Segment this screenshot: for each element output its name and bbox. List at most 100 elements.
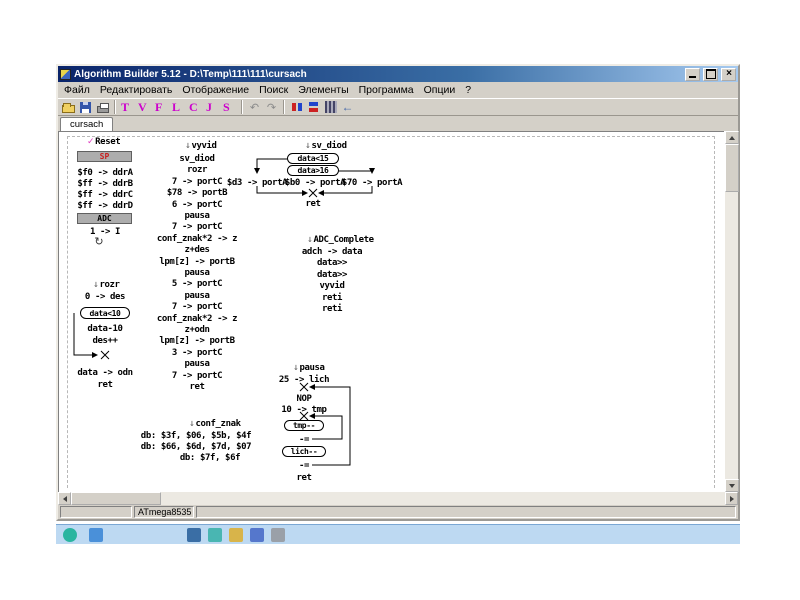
save-button[interactable] bbox=[77, 99, 94, 115]
diagram-statement[interactable]: z+des bbox=[184, 245, 209, 255]
diagram-label-sv-diod[interactable]: ↓ sv_diod bbox=[305, 141, 347, 151]
diagram-statement[interactable]: pausa bbox=[184, 359, 209, 369]
horizontal-scrollbar[interactable] bbox=[58, 492, 738, 505]
horizontal-scroll-thumb[interactable] bbox=[71, 492, 161, 505]
diagram-statement[interactable]: NOP bbox=[296, 394, 311, 404]
vertical-scrollbar[interactable] bbox=[724, 131, 739, 492]
diagram-box-adc[interactable]: ADC bbox=[77, 213, 132, 224]
taskbar-icon-6[interactable] bbox=[250, 527, 264, 542]
print-button[interactable] bbox=[94, 99, 111, 115]
diagram-statement[interactable]: db: $7f, $6f bbox=[180, 453, 241, 463]
minimize-button[interactable] bbox=[685, 67, 700, 81]
diagram-condition[interactable]: data<10 bbox=[80, 307, 130, 319]
diagram-statement[interactable]: $b0 -> portA bbox=[285, 178, 346, 188]
element-l-button[interactable]: L bbox=[170, 99, 187, 115]
menu-help[interactable]: ? bbox=[460, 83, 476, 97]
diagram-statement[interactable]: -= bbox=[299, 461, 309, 471]
diagram-statement[interactable]: -= bbox=[299, 435, 309, 445]
menu-options[interactable]: Опции bbox=[419, 83, 461, 97]
scroll-right-button[interactable] bbox=[725, 492, 738, 505]
tab-cursach[interactable]: cursach bbox=[60, 117, 114, 131]
diagram-statement[interactable]: $ff -> ddrB bbox=[77, 179, 133, 189]
menu-file[interactable]: Файл bbox=[59, 83, 95, 97]
diagram-statement[interactable]: $d3 -> portA bbox=[227, 178, 288, 188]
taskbar-icon-7[interactable] bbox=[271, 527, 285, 542]
diagram-statement[interactable]: $f0 -> ddrA bbox=[77, 168, 133, 178]
app-icon[interactable] bbox=[60, 68, 71, 80]
diagram-statement[interactable]: $70 -> portA bbox=[342, 178, 403, 188]
diagram-statement[interactable]: data -> odn bbox=[77, 368, 133, 378]
menu-view[interactable]: Отображение bbox=[177, 83, 254, 97]
diagram-statement[interactable]: lpm[z] -> portB bbox=[159, 336, 235, 346]
diagram-label-conf-znak[interactable]: ↓ conf_znak bbox=[189, 419, 241, 429]
element-t-button[interactable]: T bbox=[119, 99, 136, 115]
diagram-condition[interactable]: data>16 bbox=[287, 165, 339, 176]
diagram-statement[interactable]: reti bbox=[322, 293, 342, 303]
menu-search[interactable]: Поиск bbox=[254, 83, 293, 97]
diagram-statement[interactable]: 7 -> portC bbox=[172, 302, 223, 312]
diagram-statement[interactable]: conf_znak*2 -> z bbox=[157, 234, 238, 244]
menu-program[interactable]: Программа bbox=[354, 83, 419, 97]
scroll-track[interactable] bbox=[161, 492, 725, 505]
diagram-statement[interactable]: 6 -> portC bbox=[172, 200, 223, 210]
loop-icon[interactable]: ↻ bbox=[94, 235, 103, 248]
diagram-statement[interactable]: data-10 bbox=[87, 324, 123, 334]
diagram-statement[interactable]: 7 -> portC bbox=[172, 177, 223, 187]
diagram-statement[interactable]: pausa bbox=[184, 268, 209, 278]
diagram-statement[interactable]: 0 -> des bbox=[85, 292, 126, 302]
diagram-statement[interactable]: data>> bbox=[317, 258, 348, 268]
taskbar-icon-3[interactable] bbox=[187, 527, 201, 542]
diagram-statement[interactable]: db: $3f, $06, $5b, $4f bbox=[141, 431, 252, 441]
diagram-statement[interactable]: conf_znak*2 -> z bbox=[157, 314, 238, 324]
diagram-statement[interactable]: 3 -> portC bbox=[172, 348, 223, 358]
diagram-box-sp[interactable]: SP bbox=[77, 151, 132, 162]
menu-edit[interactable]: Редактировать bbox=[95, 83, 178, 97]
diagram-statement[interactable]: rozr bbox=[187, 165, 207, 175]
element-s-button[interactable]: S bbox=[221, 99, 238, 115]
redo-button[interactable]: ↷ bbox=[263, 99, 280, 115]
diagram-statement[interactable]: 25 -> lich bbox=[279, 375, 330, 385]
scroll-track[interactable] bbox=[725, 192, 738, 479]
taskbar-icon-2[interactable] bbox=[89, 527, 103, 542]
taskbar-icon-1[interactable] bbox=[63, 527, 77, 542]
diagram-statement[interactable]: pausa bbox=[184, 291, 209, 301]
diagram-statement[interactable]: 7 -> portC bbox=[172, 371, 223, 381]
diagram-condition[interactable]: lich-- bbox=[282, 446, 326, 457]
diagram-statement[interactable]: z+odn bbox=[184, 325, 209, 335]
diagram-statement[interactable]: 5 -> portC bbox=[172, 279, 223, 289]
diagram-label-rozr[interactable]: ↓ rozr bbox=[93, 280, 120, 290]
diagram-statement[interactable]: reti bbox=[322, 304, 342, 314]
diagram-statement[interactable]: adch -> data bbox=[302, 247, 363, 257]
diagram-statement[interactable]: sv_diod bbox=[179, 154, 215, 164]
diagram-statement[interactable]: 7 -> portC bbox=[172, 222, 223, 232]
diagram-label-pausa[interactable]: ↓ pausa bbox=[293, 363, 325, 373]
diagram-statement[interactable]: lpm[z] -> portB bbox=[159, 257, 235, 267]
diagram-statement[interactable]: $ff -> ddrD bbox=[77, 201, 133, 211]
scroll-down-button[interactable] bbox=[725, 479, 739, 492]
diagram-condition[interactable]: data<15 bbox=[287, 153, 339, 164]
diagram-label-adc-complete[interactable]: ↓ ADC_Complete bbox=[307, 235, 374, 245]
open-button[interactable] bbox=[60, 99, 77, 115]
diagram-condition[interactable]: tmp-- bbox=[284, 420, 324, 431]
vertical-scroll-thumb[interactable] bbox=[725, 144, 739, 192]
undo-button[interactable]: ↶ bbox=[246, 99, 263, 115]
diagram-statement[interactable]: ret bbox=[97, 380, 112, 390]
diagram-label-reset[interactable]: ✓ Reset bbox=[87, 137, 121, 147]
element-v-button[interactable]: V bbox=[136, 99, 153, 115]
menu-elements[interactable]: Элементы bbox=[293, 83, 353, 97]
diagram-statement[interactable]: db: $66, $6d, $7d, $07 bbox=[141, 442, 252, 452]
diagram-statement[interactable]: des++ bbox=[92, 336, 117, 346]
element-f-button[interactable]: F bbox=[153, 99, 170, 115]
close-button[interactable]: × bbox=[721, 67, 736, 81]
element-c-button[interactable]: C bbox=[187, 99, 204, 115]
diagram-label-vyvid[interactable]: ↓ vyvid bbox=[185, 141, 217, 151]
diagram-statement[interactable]: $78 -> portB bbox=[167, 188, 228, 198]
diagram-statement[interactable]: ret bbox=[189, 382, 204, 392]
algorithm-canvas[interactable]: ✓ Reset SP $f0 -> ddrA $ff -> ddrB $ff -… bbox=[58, 131, 724, 492]
taskbar-icon-5[interactable] bbox=[229, 527, 243, 542]
diagram-statement[interactable]: pausa bbox=[184, 211, 209, 221]
maximize-button[interactable] bbox=[703, 67, 718, 81]
element-j-button[interactable]: J bbox=[204, 99, 221, 115]
program-chip-button[interactable] bbox=[305, 99, 322, 115]
diagram-statement[interactable]: $ff -> ddrC bbox=[77, 190, 133, 200]
